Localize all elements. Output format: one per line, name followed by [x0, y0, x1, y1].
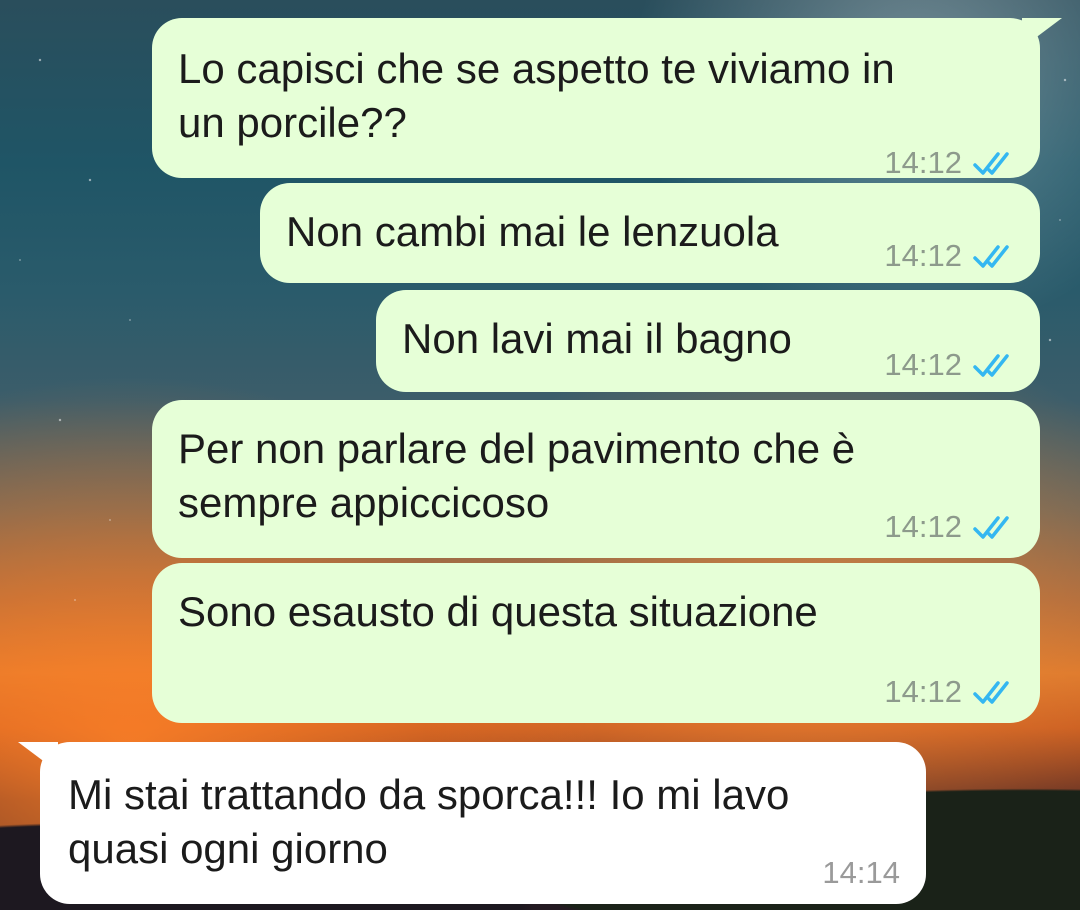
incoming-message[interactable]: Mi stai trattando da sporca!!! Io mi lav…	[18, 742, 926, 904]
outgoing-message[interactable]: Sono esausto di questa situazione 14:12	[152, 563, 1040, 723]
message-meta: 14:12	[884, 665, 1018, 719]
outgoing-message[interactable]: Non lavi mai il bagno 14:12	[376, 290, 1040, 392]
message-meta: 14:12	[884, 500, 1018, 554]
message-meta: 14:12	[884, 136, 1018, 190]
message-text: Lo capisci che se aspetto te viviamo in …	[178, 45, 895, 146]
message-meta: 14:12	[884, 338, 1018, 392]
double-check-read-icon	[973, 516, 1009, 539]
message-time: 14:12	[884, 674, 962, 709]
bubble-tail	[1022, 18, 1062, 48]
message-text: Non lavi mai il bagno	[402, 315, 792, 362]
message-text: Non cambi mai le lenzuola	[286, 208, 779, 255]
message-time: 14:12	[884, 145, 962, 180]
bubble-tail	[18, 742, 58, 772]
message-text: Mi stai trattando da sporca!!! Io mi lav…	[68, 771, 790, 872]
message-meta: 14:14	[822, 846, 900, 900]
double-check-read-icon	[973, 152, 1009, 175]
double-check-read-icon	[973, 245, 1009, 268]
double-check-read-icon	[973, 681, 1009, 704]
outgoing-message[interactable]: Per non parlare del pavimento che è semp…	[152, 400, 1040, 558]
message-text: Sono esausto di questa situazione	[178, 588, 818, 635]
outgoing-message[interactable]: Non cambi mai le lenzuola 14:12	[260, 183, 1040, 283]
message-meta: 14:12	[884, 229, 1018, 283]
double-check-read-icon	[973, 354, 1009, 377]
chat-message-list[interactable]: Lo capisci che se aspetto te viviamo in …	[0, 0, 1080, 910]
message-time: 14:14	[822, 855, 900, 890]
message-time: 14:12	[884, 347, 962, 382]
message-time: 14:12	[884, 509, 962, 544]
outgoing-message[interactable]: Lo capisci che se aspetto te viviamo in …	[152, 18, 1062, 180]
message-time: 14:12	[884, 238, 962, 273]
